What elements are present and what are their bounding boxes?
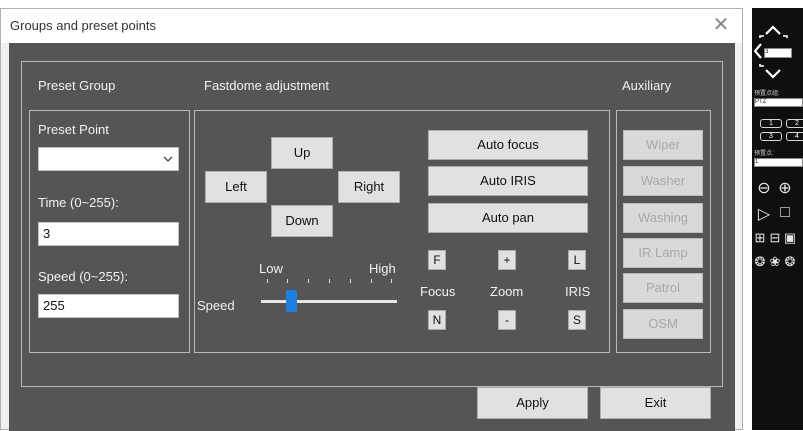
speed-label: Speed (0~255): [38,269,128,284]
ptz-speed-label: Speed [197,298,235,313]
side-key-1[interactable]: 1 [760,119,782,128]
auto-pan-button[interactable]: Auto pan [428,203,588,233]
iris-label: IRIS [565,284,591,299]
iris-large-button[interactable]: L [568,250,586,270]
washing-button[interactable]: Washing [623,203,703,233]
auto-focus-button[interactable]: Auto focus [428,130,588,160]
exit-button[interactable]: Exit [600,387,711,419]
down-button[interactable]: Down [271,205,333,237]
side-preset-value: 1 [755,159,759,165]
slider-thumb[interactable] [286,290,297,312]
auxiliary-heading: Auxiliary [622,78,672,93]
zoom-out-icon[interactable]: ⊖ [755,178,773,198]
slider-ticks [261,279,397,285]
ir-lamp-button[interactable]: IR Lamp [623,238,703,268]
time-input[interactable]: 3 [38,222,179,246]
osm-button[interactable]: OSM [623,309,703,339]
ptz-speed-slider[interactable] [261,279,397,315]
patrol-button[interactable]: Patrol [623,273,703,303]
title-bar: Groups and preset points ✕ [1,9,742,43]
play-icon[interactable]: ▷ [755,204,773,224]
focus-near-button[interactable]: N [428,310,446,330]
zoom-label: Zoom [490,284,524,299]
region-frame-icon[interactable]: ⊟ [767,230,783,246]
aperture-icon[interactable]: ❂ [752,254,768,270]
time-label: Time (0~255): [38,195,119,210]
side-label-preset: 预置点: [754,151,774,157]
right-button[interactable]: Right [338,171,400,203]
side-group-select[interactable]: PTZ [754,98,803,107]
preset-point-label: Preset Point [38,122,109,137]
zoom-in-icon[interactable]: ⊕ [776,178,794,198]
zoom-out-button[interactable]: - [498,310,516,330]
speed-low-label: Low [259,261,283,276]
left-button[interactable]: Left [205,171,267,203]
focus-frame-icon[interactable]: ⊞ [752,230,768,246]
auto-iris-button[interactable]: Auto IRIS [428,166,588,196]
dialog-title: Groups and preset points [10,18,156,33]
zoom-in-button[interactable]: + [498,250,516,270]
slider-track [261,300,397,303]
ptz-side-panel: 3 预置点组: PTZ 1 2 3 4 预置点: 1 ⊖ ⊕ ▷ □ ⊞ ⊟ ▣… [752,8,803,430]
preset-dialog: Groups and preset points ✕ Preset Group … [0,8,743,431]
focus-far-button[interactable]: F [428,250,446,270]
washer-button[interactable]: Washer [623,166,703,196]
apply-button[interactable]: Apply [477,387,588,419]
focus-label: Focus [420,284,456,299]
channel-value: 3 [765,49,769,55]
auto-frame-icon[interactable]: ▣ [782,230,798,246]
iris-small-button[interactable]: S [568,310,586,330]
close-icon[interactable]: ✕ [710,15,732,37]
side-key-2[interactable]: 2 [786,119,803,128]
channel-select[interactable]: 3 [764,48,792,58]
speed-high-label: High [369,261,396,276]
preset-point-select[interactable] [38,147,179,171]
fastdome-heading: Fastdome adjustment [204,78,330,93]
wiper-button[interactable]: Wiper [623,130,703,160]
preset-group-heading: Preset Group [38,78,116,93]
side-key-3[interactable]: 3 [760,132,782,141]
side-group-value: PTZ [755,99,767,105]
settings-icon[interactable]: ❂ [782,254,798,270]
side-key-4[interactable]: 4 [786,132,803,141]
stop-icon[interactable]: □ [776,204,794,222]
chevron-down-icon [163,156,173,162]
speed-input[interactable]: 255 [38,294,179,318]
fan-icon[interactable]: ❀ [767,254,783,270]
up-button[interactable]: Up [271,137,333,169]
side-label-group: 预置点组: [754,91,780,97]
side-preset-select[interactable]: 1 [754,158,803,167]
